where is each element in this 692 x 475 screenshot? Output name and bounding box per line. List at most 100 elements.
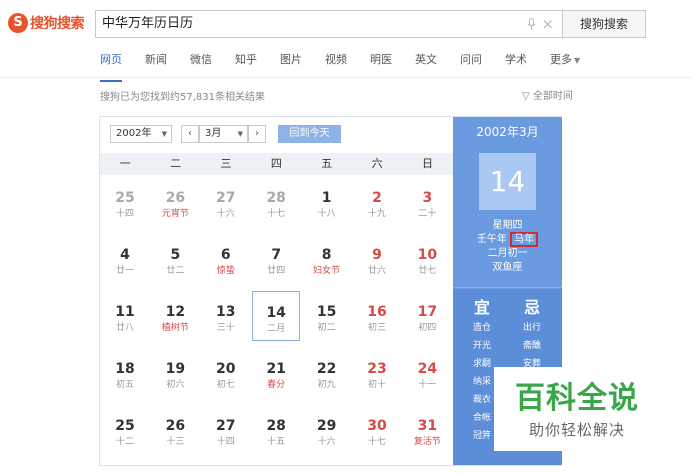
day-number: 6 xyxy=(220,247,231,263)
calendar-day[interactable]: 4 廿一 xyxy=(101,234,149,284)
sogou-logo[interactable]: S 搜狗搜索 xyxy=(8,12,85,34)
calendar-day[interactable]: 28 十七 xyxy=(252,177,300,227)
calendar-day[interactable]: 19 初六 xyxy=(151,348,199,398)
weekday-label: 二 xyxy=(170,157,182,170)
search-tabs: 网页 新闻 微信 知乎 图片 视频 明医 英文 问问 学术 更多 ▼ xyxy=(100,52,603,82)
lunar-label: 十五 xyxy=(267,437,286,447)
calendar-day[interactable]: 25 十二 xyxy=(101,405,149,455)
weekday-text: 星期四 xyxy=(492,220,523,231)
selected-day: 14 xyxy=(479,153,536,210)
chevron-down-icon: ▼ xyxy=(237,130,243,138)
tab-zhihu[interactable]: 知乎 xyxy=(235,52,257,74)
lunar-label: 十六 xyxy=(317,437,336,447)
calendar-day-today[interactable]: 14 二月 xyxy=(252,291,301,341)
tab-images[interactable]: 图片 xyxy=(280,52,302,74)
calendar-day[interactable]: 10 廿七 xyxy=(403,234,451,284)
lunar-label: 初三 xyxy=(367,323,386,333)
calendar-day[interactable]: 6 惊蛰 xyxy=(202,234,250,284)
calendar-day[interactable]: 25 十四 xyxy=(101,177,149,227)
lunar-label: 初七 xyxy=(216,380,235,390)
day-number: 20 xyxy=(216,361,236,377)
day-number: 10 xyxy=(417,247,438,263)
calendar-day[interactable]: 27 十六 xyxy=(202,177,250,227)
lunar-label: 二十 xyxy=(418,209,437,219)
tab-medical[interactable]: 明医 xyxy=(370,52,392,74)
day-number: 15 xyxy=(316,304,337,320)
day-number: 2 xyxy=(372,190,382,206)
calendar-day[interactable]: 8 妇女节 xyxy=(303,234,351,284)
logo-mark-icon: S xyxy=(8,13,28,33)
calendar-day[interactable]: 17 初四 xyxy=(403,291,451,341)
calendar-day[interactable]: 26 元宵节 xyxy=(151,177,199,227)
tab-web[interactable]: 网页 xyxy=(100,52,122,82)
calendar-day[interactable]: 12 植树节 xyxy=(151,291,199,341)
day-number: 19 xyxy=(165,361,186,377)
month-select-value: 3月 xyxy=(205,128,222,139)
result-count: 搜狗已为您找到约57,831条相关结果 xyxy=(100,92,265,103)
search-header: S 搜狗搜索 × 搜狗搜索 网页 新闻 微信 知乎 图片 视频 明医 英文 问问… xyxy=(0,0,692,82)
year-select[interactable]: 2002年 ▼ xyxy=(110,125,172,143)
lunar-label: 植树节 xyxy=(161,323,189,333)
calendar-day[interactable]: 15 初二 xyxy=(303,291,351,341)
calendar-day[interactable]: 24 十一 xyxy=(403,348,451,398)
day-number: 8 xyxy=(321,247,332,263)
tab-english[interactable]: 英文 xyxy=(415,52,437,74)
day-number: 28 xyxy=(266,418,286,434)
microphone-icon[interactable] xyxy=(527,18,536,31)
calendar-day[interactable]: 16 初三 xyxy=(353,291,401,341)
weekday-label: 六 xyxy=(371,157,383,170)
day-number: 4 xyxy=(120,247,130,263)
day-number: 29 xyxy=(316,418,337,434)
prev-month-button[interactable]: ‹ xyxy=(181,125,199,143)
back-to-today-button[interactable]: 回到今天 xyxy=(278,125,341,143)
day-number: 26 xyxy=(165,190,186,206)
lunar-label: 初六 xyxy=(166,380,185,390)
calendar-day[interactable]: 29 十六 xyxy=(303,405,351,455)
calendar-day[interactable]: 30 十七 xyxy=(353,405,401,455)
calendar-day[interactable]: 7 廿四 xyxy=(252,234,300,284)
clear-icon[interactable]: × xyxy=(541,16,554,32)
calendar-day[interactable]: 11 廿八 xyxy=(101,291,149,341)
calendar-widget: 2002年 ▼ ‹ 3月 ▼ › 回到今天 一 二 三 四 五 六 日 25 十四… xyxy=(99,116,562,466)
day-number: 25 xyxy=(115,418,135,434)
day-number: 21 xyxy=(266,361,286,377)
time-filter[interactable]: ▽ 全部时间 xyxy=(522,87,573,102)
calendar-day[interactable]: 18 初五 xyxy=(101,348,149,398)
calendar-day[interactable]: 26 十三 xyxy=(151,405,199,455)
month-select[interactable]: 3月 ▼ xyxy=(199,125,248,143)
lunar-label: 十四 xyxy=(115,209,134,219)
calendar-toolbar: 2002年 ▼ ‹ 3月 ▼ › 回到今天 xyxy=(100,117,453,153)
panel-month-title: 2002年3月 xyxy=(476,125,539,139)
calendar-day[interactable]: 21 春分 xyxy=(252,348,300,398)
tab-more[interactable]: 更多 ▼ xyxy=(550,52,580,74)
day-number: 26 xyxy=(165,418,186,434)
tab-news[interactable]: 新闻 xyxy=(145,52,167,74)
calendar-day[interactable]: 22 初九 xyxy=(303,348,351,398)
calendar-day[interactable]: 23 初十 xyxy=(353,348,401,398)
calendar-day[interactable]: 31 复活节 xyxy=(403,405,451,455)
tab-video[interactable]: 视频 xyxy=(325,52,347,74)
chevron-down-icon: ▼ xyxy=(161,130,167,138)
tab-wechat[interactable]: 微信 xyxy=(190,52,212,74)
search-input[interactable] xyxy=(102,11,502,37)
calendar-day[interactable]: 2 十九 xyxy=(353,177,401,227)
calendar-day[interactable]: 20 初七 xyxy=(202,348,250,398)
chevron-left-icon: ‹ xyxy=(188,128,192,139)
search-button[interactable]: 搜狗搜索 xyxy=(562,10,646,38)
calendar-day[interactable]: 5 廿二 xyxy=(151,234,199,284)
day-number: 7 xyxy=(271,247,282,263)
lunar-label: 廿七 xyxy=(418,266,437,276)
tab-scholar[interactable]: 学术 xyxy=(505,52,527,74)
calendar-day[interactable]: 27 十四 xyxy=(202,405,250,455)
lunar-label: 十一 xyxy=(418,380,437,390)
calendar-day[interactable]: 3 二十 xyxy=(403,177,451,227)
calendar-day[interactable]: 13 三十 xyxy=(202,291,250,341)
calendar-day[interactable]: 28 十五 xyxy=(252,405,300,455)
day-number: 25 xyxy=(115,190,135,206)
calendar-day[interactable]: 9 廿六 xyxy=(353,234,401,284)
next-month-button[interactable]: › xyxy=(248,125,266,143)
calendar-day[interactable]: 1 十八 xyxy=(303,177,351,227)
tab-wenwen[interactable]: 问问 xyxy=(460,52,482,74)
watermark-subtitle: 助你轻松解决 xyxy=(528,421,625,439)
day-number: 18 xyxy=(115,361,135,377)
